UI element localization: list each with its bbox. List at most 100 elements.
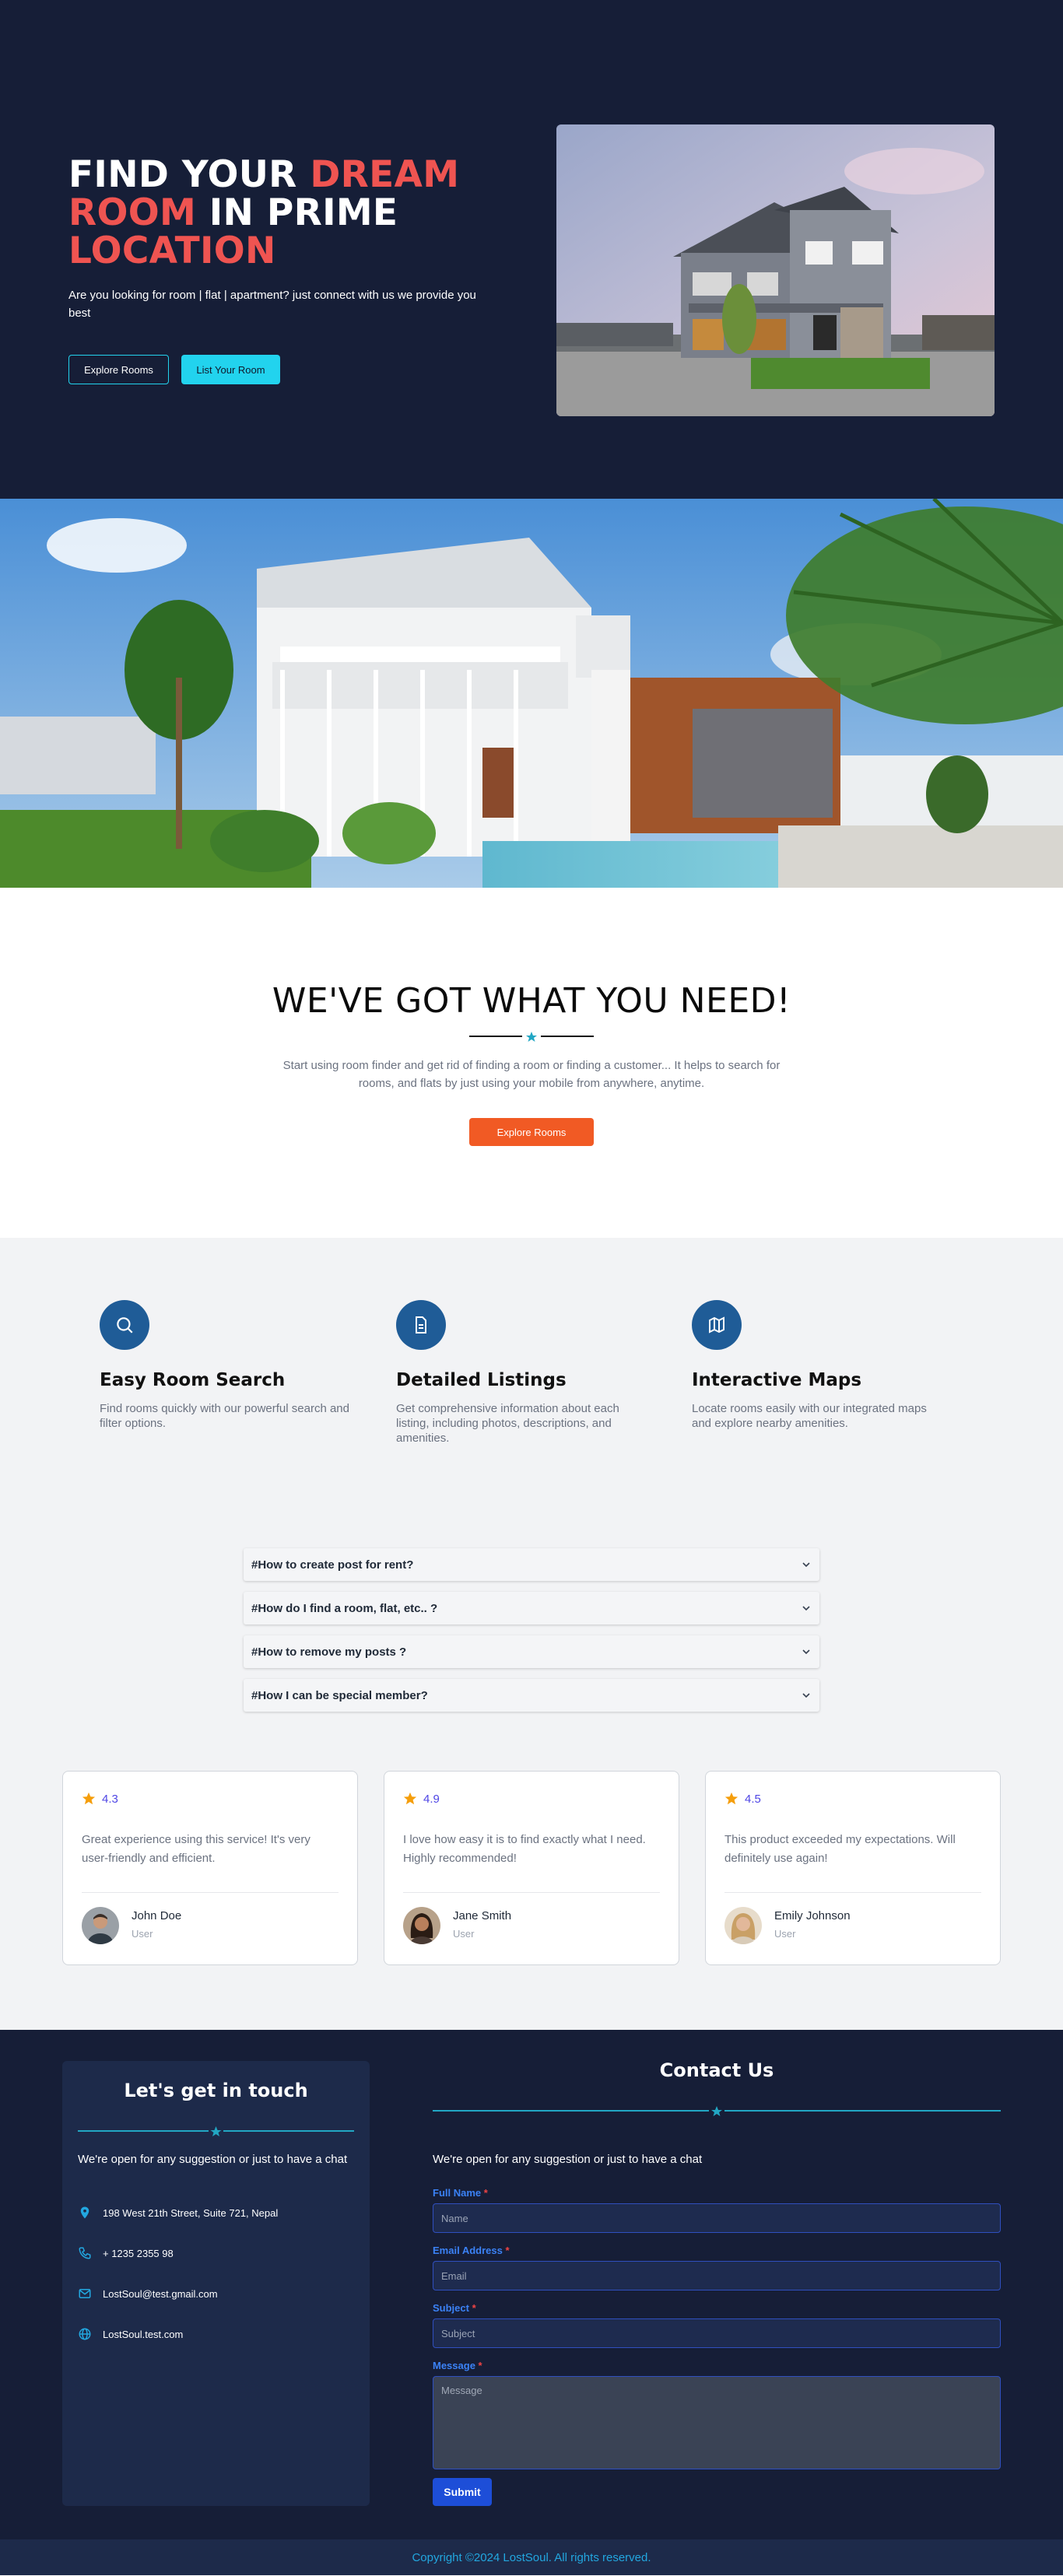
faq-question: #How to create post for rent? — [251, 1558, 414, 1572]
hero-subtitle: Are you looking for room | flat | apartm… — [68, 289, 476, 320]
subject-label-text: Subject — [433, 2302, 469, 2314]
location-pin-icon — [80, 2206, 89, 2219]
email-text[interactable]: LostSoul@test.gmail.com — [103, 2288, 218, 2300]
feature-title: Easy Room Search — [100, 1370, 286, 1390]
list-room-button[interactable]: List Your Room — [181, 355, 280, 384]
email-label: Email Address * — [433, 2245, 510, 2256]
faq-question: #How do I find a room, flat, etc.. ? — [251, 1601, 438, 1615]
feature-card: Detailed Listings Get comprehensive info… — [396, 1300, 653, 1446]
map-icon — [692, 1300, 742, 1350]
star-divider — [469, 1032, 594, 1042]
divider — [724, 1892, 981, 1893]
star-icon — [724, 1792, 738, 1805]
name-field[interactable] — [433, 2203, 1001, 2233]
contact-form-intro: We're open for any suggestion or just to… — [433, 2153, 703, 2166]
intro-title: WE'VE GOT WHAT YOU NEED! — [272, 981, 791, 1021]
hero-title: FIND YOUR DREAM ROOM IN PRIME LOCATION — [68, 156, 504, 270]
required-mark: * — [505, 2245, 510, 2256]
name-label: Full Name * — [433, 2187, 488, 2199]
submit-button[interactable]: Submit — [433, 2478, 492, 2506]
email-field[interactable] — [433, 2261, 1001, 2290]
rating-value: 4.3 — [102, 1792, 118, 1806]
hero-section: FIND YOUR DREAM ROOM IN PRIME LOCATION A… — [0, 0, 1063, 499]
website-text[interactable]: LostSoul.test.com — [103, 2329, 183, 2340]
document-icon — [396, 1300, 446, 1350]
email-label-text: Email Address — [433, 2245, 503, 2256]
message-field[interactable] — [433, 2376, 1001, 2469]
mail-icon — [79, 2289, 91, 2298]
star-icon — [82, 1792, 96, 1805]
rating-value: 4.9 — [423, 1792, 440, 1806]
faq-question: #How to remove my posts ? — [251, 1645, 407, 1659]
review-card: 4.9 I love how easy it is to find exactl… — [384, 1771, 679, 1965]
review-text: This product exceeded my expectations. W… — [724, 1833, 956, 1865]
address-text: 198 West 21th Street, Suite 721, Nepal — [103, 2206, 279, 2219]
hero-house-image — [556, 124, 995, 416]
reviewer-role: User — [774, 1928, 796, 1940]
contact-info-intro: We're open for any suggestion or just to… — [78, 2153, 348, 2166]
website-row: LostSoul.test.com — [78, 2327, 183, 2341]
phone-icon — [79, 2247, 91, 2259]
subject-field[interactable] — [433, 2318, 1001, 2348]
copyright-text: Copyright ©2024 LostSoul. All rights res… — [412, 2550, 651, 2564]
reviewer-name: John Doe — [132, 1909, 182, 1922]
explore-rooms-button[interactable]: Explore Rooms — [68, 355, 169, 384]
explore-rooms-button-secondary[interactable]: Explore Rooms — [469, 1118, 594, 1146]
subject-label: Subject * — [433, 2302, 476, 2314]
feature-card: Easy Room Search Find rooms quickly with… — [100, 1300, 356, 1431]
chevron-down-icon — [802, 1606, 810, 1611]
faq-item[interactable]: #How I can be special member? — [244, 1679, 819, 1712]
globe-icon — [79, 2328, 91, 2340]
reviewer-role: User — [132, 1928, 153, 1940]
feature-text: Find rooms quickly with our powerful sea… — [100, 1402, 349, 1430]
star-divider — [433, 2106, 1001, 2116]
reviewer-name: Jane Smith — [453, 1909, 512, 1922]
avatar — [724, 1907, 762, 1944]
divider — [403, 1892, 660, 1893]
feature-title: Detailed Listings — [396, 1370, 567, 1390]
feature-title: Interactive Maps — [692, 1370, 862, 1390]
phone-text: + 1235 2355 98 — [103, 2247, 174, 2259]
hero-title-part: FIND YOUR — [68, 153, 310, 196]
rating-value: 4.5 — [745, 1792, 761, 1806]
reviewer-role: User — [453, 1928, 475, 1940]
rating: 4.3 — [82, 1792, 118, 1806]
review-text: I love how easy it is to find exactly wh… — [403, 1833, 646, 1865]
search-icon — [100, 1300, 149, 1350]
faq-item[interactable]: #How to create post for rent? — [244, 1548, 819, 1581]
contact-info-title: Let's get in touch — [124, 2080, 308, 2101]
banner-image — [0, 499, 1063, 888]
review-card: 4.3 Great experience using this service!… — [62, 1771, 358, 1965]
intro-text: Start using room finder and get rid of f… — [282, 1059, 781, 1090]
hero-title-part: IN PRIME — [196, 191, 398, 234]
rating: 4.9 — [403, 1792, 440, 1806]
faq-question: #How I can be special member? — [251, 1688, 428, 1702]
star-divider — [78, 2126, 354, 2136]
message-label-text: Message — [433, 2360, 475, 2371]
message-label: Message * — [433, 2360, 482, 2371]
divider — [82, 1892, 339, 1893]
review-card: 4.5 This product exceeded my expectation… — [705, 1771, 1001, 1965]
feature-card: Interactive Maps Locate rooms easily wit… — [692, 1300, 949, 1431]
contact-section: Let's get in touch We're open for any su… — [0, 2030, 1063, 2539]
chevron-down-icon — [802, 1649, 810, 1655]
faq-item[interactable]: #How do I find a room, flat, etc.. ? — [244, 1592, 819, 1624]
name-label-text: Full Name — [433, 2187, 482, 2199]
chevron-down-icon — [802, 1693, 810, 1698]
intro-section: WE'VE GOT WHAT YOU NEED! Start using roo… — [0, 888, 1063, 1238]
avatar — [403, 1907, 440, 1944]
contact-form-title: Contact Us — [659, 2059, 774, 2081]
rating: 4.5 — [724, 1792, 761, 1806]
review-text: Great experience using this service! It'… — [82, 1833, 310, 1865]
faq-item[interactable]: #How to remove my posts ? — [244, 1635, 819, 1668]
feature-text: Locate rooms easily with our integrated … — [692, 1402, 927, 1430]
feature-text: Get comprehensive information about each… — [396, 1402, 619, 1445]
required-mark: * — [483, 2187, 488, 2199]
required-mark: * — [478, 2360, 482, 2371]
hero-title-accent: LOCATION — [68, 230, 276, 272]
email-row: LostSoul@test.gmail.com — [78, 2287, 218, 2301]
footer: Copyright ©2024 LostSoul. All rights res… — [0, 2539, 1063, 2575]
features-section: Easy Room Search Find rooms quickly with… — [0, 1238, 1063, 2030]
avatar — [82, 1907, 119, 1944]
address-row: 198 West 21th Street, Suite 721, Nepal — [78, 2206, 278, 2220]
